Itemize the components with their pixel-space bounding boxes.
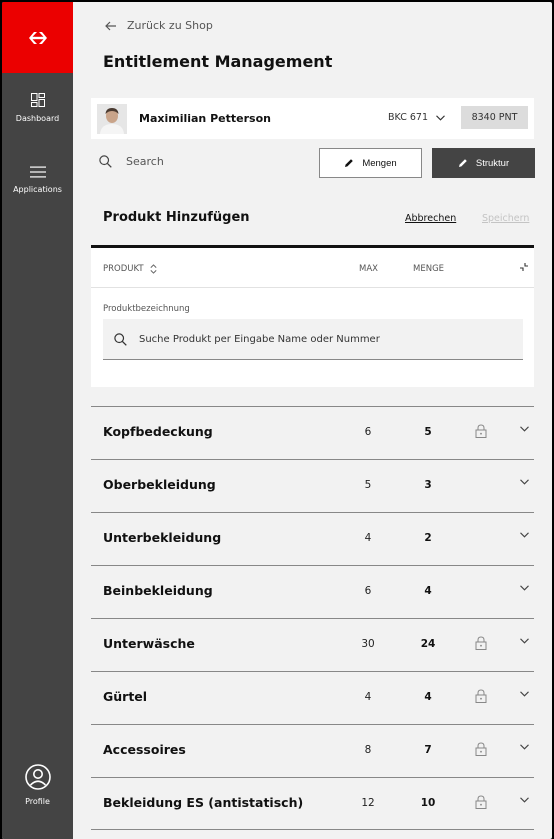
category-menge: 10	[420, 797, 436, 809]
chevron-down-icon[interactable]	[520, 479, 529, 485]
category-list: Kopfbedeckung 6 5 Oberbekleidung 5 3 Unt…	[91, 406, 534, 830]
chevron-down-icon	[436, 114, 445, 121]
sidebar-item-dashboard[interactable]: Dashboard	[2, 92, 73, 123]
category-max: 6	[364, 585, 372, 597]
user-photo	[97, 103, 127, 134]
table-row[interactable]: Kopfbedeckung 6 5	[91, 406, 534, 459]
page-title: Entitlement Management	[103, 52, 333, 71]
lock-icon	[475, 689, 487, 703]
sidebar-item-applications[interactable]: Applications	[2, 163, 73, 194]
search-icon	[114, 332, 127, 346]
chevron-down-icon[interactable]	[520, 744, 529, 750]
profile-label: Profile	[25, 797, 50, 806]
back-label: Zurück zu Shop	[127, 19, 213, 32]
menu-icon	[29, 166, 46, 178]
column-max-label: MAX	[359, 264, 378, 274]
table-row[interactable]: Beinbekleidung 6 4	[91, 565, 534, 618]
chevron-down-icon[interactable]	[520, 797, 529, 803]
product-search-input[interactable]: Suche Produkt per Eingabe Name oder Numm…	[103, 319, 523, 360]
main-content: Zurück zu Shop Entitlement Management Ma…	[73, 2, 552, 839]
table-row[interactable]: Accessoires 8 7	[91, 724, 534, 777]
column-menge-label: MENGE	[413, 264, 445, 274]
table-row[interactable]: Unterbekleidung 4 2	[91, 512, 534, 565]
lock-icon	[475, 742, 487, 756]
avatar	[97, 103, 127, 134]
category-menge: 24	[420, 638, 436, 650]
back-link[interactable]: Zurück zu Shop	[105, 19, 213, 32]
table-row[interactable]: Unterwäsche 30 24	[91, 618, 534, 671]
column-product-label: PRODUKT	[103, 264, 144, 274]
category-max: 8	[364, 744, 372, 756]
user-card: Maximilian Petterson BKC 671 8340 PNT	[91, 98, 534, 139]
category-max: 4	[364, 691, 372, 703]
arrow-left-icon	[105, 21, 116, 30]
sidebar-item-label: Dashboard	[15, 114, 60, 123]
table-row[interactable]: Oberbekleidung 5 3	[91, 459, 534, 512]
sidebar-item-label: Applications	[13, 185, 62, 194]
dashboard-icon	[30, 93, 45, 107]
category-name: Accessoires	[103, 742, 186, 757]
table-header: PRODUKT MAX MENGE	[91, 248, 534, 288]
category-max: 30	[361, 638, 375, 650]
profile-icon	[24, 764, 51, 790]
pencil-icon	[345, 159, 354, 167]
collapse-icon[interactable]	[519, 262, 529, 272]
category-menge: 2	[424, 532, 432, 544]
product-search-placeholder: Suche Produkt per Eingabe Name oder Numm…	[139, 333, 380, 345]
category-menge: 4	[424, 691, 432, 703]
sidebar: Dashboard Applications Profile	[2, 2, 73, 839]
sidebar-item-profile[interactable]: Profile	[2, 764, 73, 806]
user-name: Maximilian Petterson	[139, 112, 271, 125]
pencil-icon	[458, 159, 467, 167]
column-product-header[interactable]: PRODUKT	[103, 264, 157, 274]
category-max: 12	[361, 797, 375, 809]
table-row[interactable]: Bekleidung ES (antistatisch) 12 10	[91, 777, 534, 830]
category-name: Unterbekleidung	[103, 530, 222, 545]
cancel-link[interactable]: Abbrechen	[405, 213, 456, 224]
lock-icon	[475, 795, 487, 809]
category-name: Beinbekleidung	[103, 583, 213, 598]
category-name: Gürtel	[103, 689, 148, 704]
search-field[interactable]: Search	[99, 155, 164, 168]
product-field-label: Produktbezeichnung	[103, 304, 190, 314]
category-name: Kopfbedeckung	[103, 424, 213, 439]
chevron-down-icon[interactable]	[520, 585, 529, 591]
mengen-label: Mengen	[362, 157, 397, 169]
account-label: BKC 671	[388, 112, 429, 123]
category-max: 6	[364, 426, 372, 438]
category-name: Bekleidung ES (antistatisch)	[103, 795, 304, 810]
mengen-button[interactable]: Mengen	[319, 148, 422, 178]
sort-icon	[150, 264, 157, 274]
search-icon	[99, 155, 112, 168]
chevron-down-icon[interactable]	[520, 691, 529, 697]
category-menge: 5	[424, 426, 432, 438]
category-menge: 3	[424, 479, 432, 491]
lock-icon	[475, 424, 487, 438]
chevron-down-icon[interactable]	[520, 426, 529, 432]
struktur-button[interactable]: Struktur	[432, 148, 535, 178]
lock-icon	[475, 636, 487, 650]
chevron-down-icon[interactable]	[520, 638, 529, 644]
category-menge: 4	[424, 585, 432, 597]
sbb-logo-icon	[28, 31, 47, 44]
category-name: Unterwäsche	[103, 636, 195, 651]
brand-logo[interactable]	[2, 2, 73, 73]
app-frame: Dashboard Applications Profile Zurück zu…	[2, 2, 552, 839]
save-link[interactable]: Speichern	[482, 213, 529, 224]
chevron-down-icon[interactable]	[520, 532, 529, 538]
table-row[interactable]: Gürtel 4 4	[91, 671, 534, 724]
section-title: Produkt Hinzufügen	[103, 210, 250, 225]
search-placeholder: Search	[126, 155, 164, 168]
struktur-label: Struktur	[475, 157, 510, 169]
account-select[interactable]: BKC 671	[388, 112, 445, 123]
category-max: 5	[364, 479, 372, 491]
category-menge: 7	[424, 744, 432, 756]
category-max: 4	[364, 532, 372, 544]
points-badge: 8340 PNT	[461, 106, 528, 129]
category-name: Oberbekleidung	[103, 477, 216, 492]
add-product-panel: PRODUKT MAX MENGE Produktbezeichnung Suc…	[91, 245, 534, 387]
